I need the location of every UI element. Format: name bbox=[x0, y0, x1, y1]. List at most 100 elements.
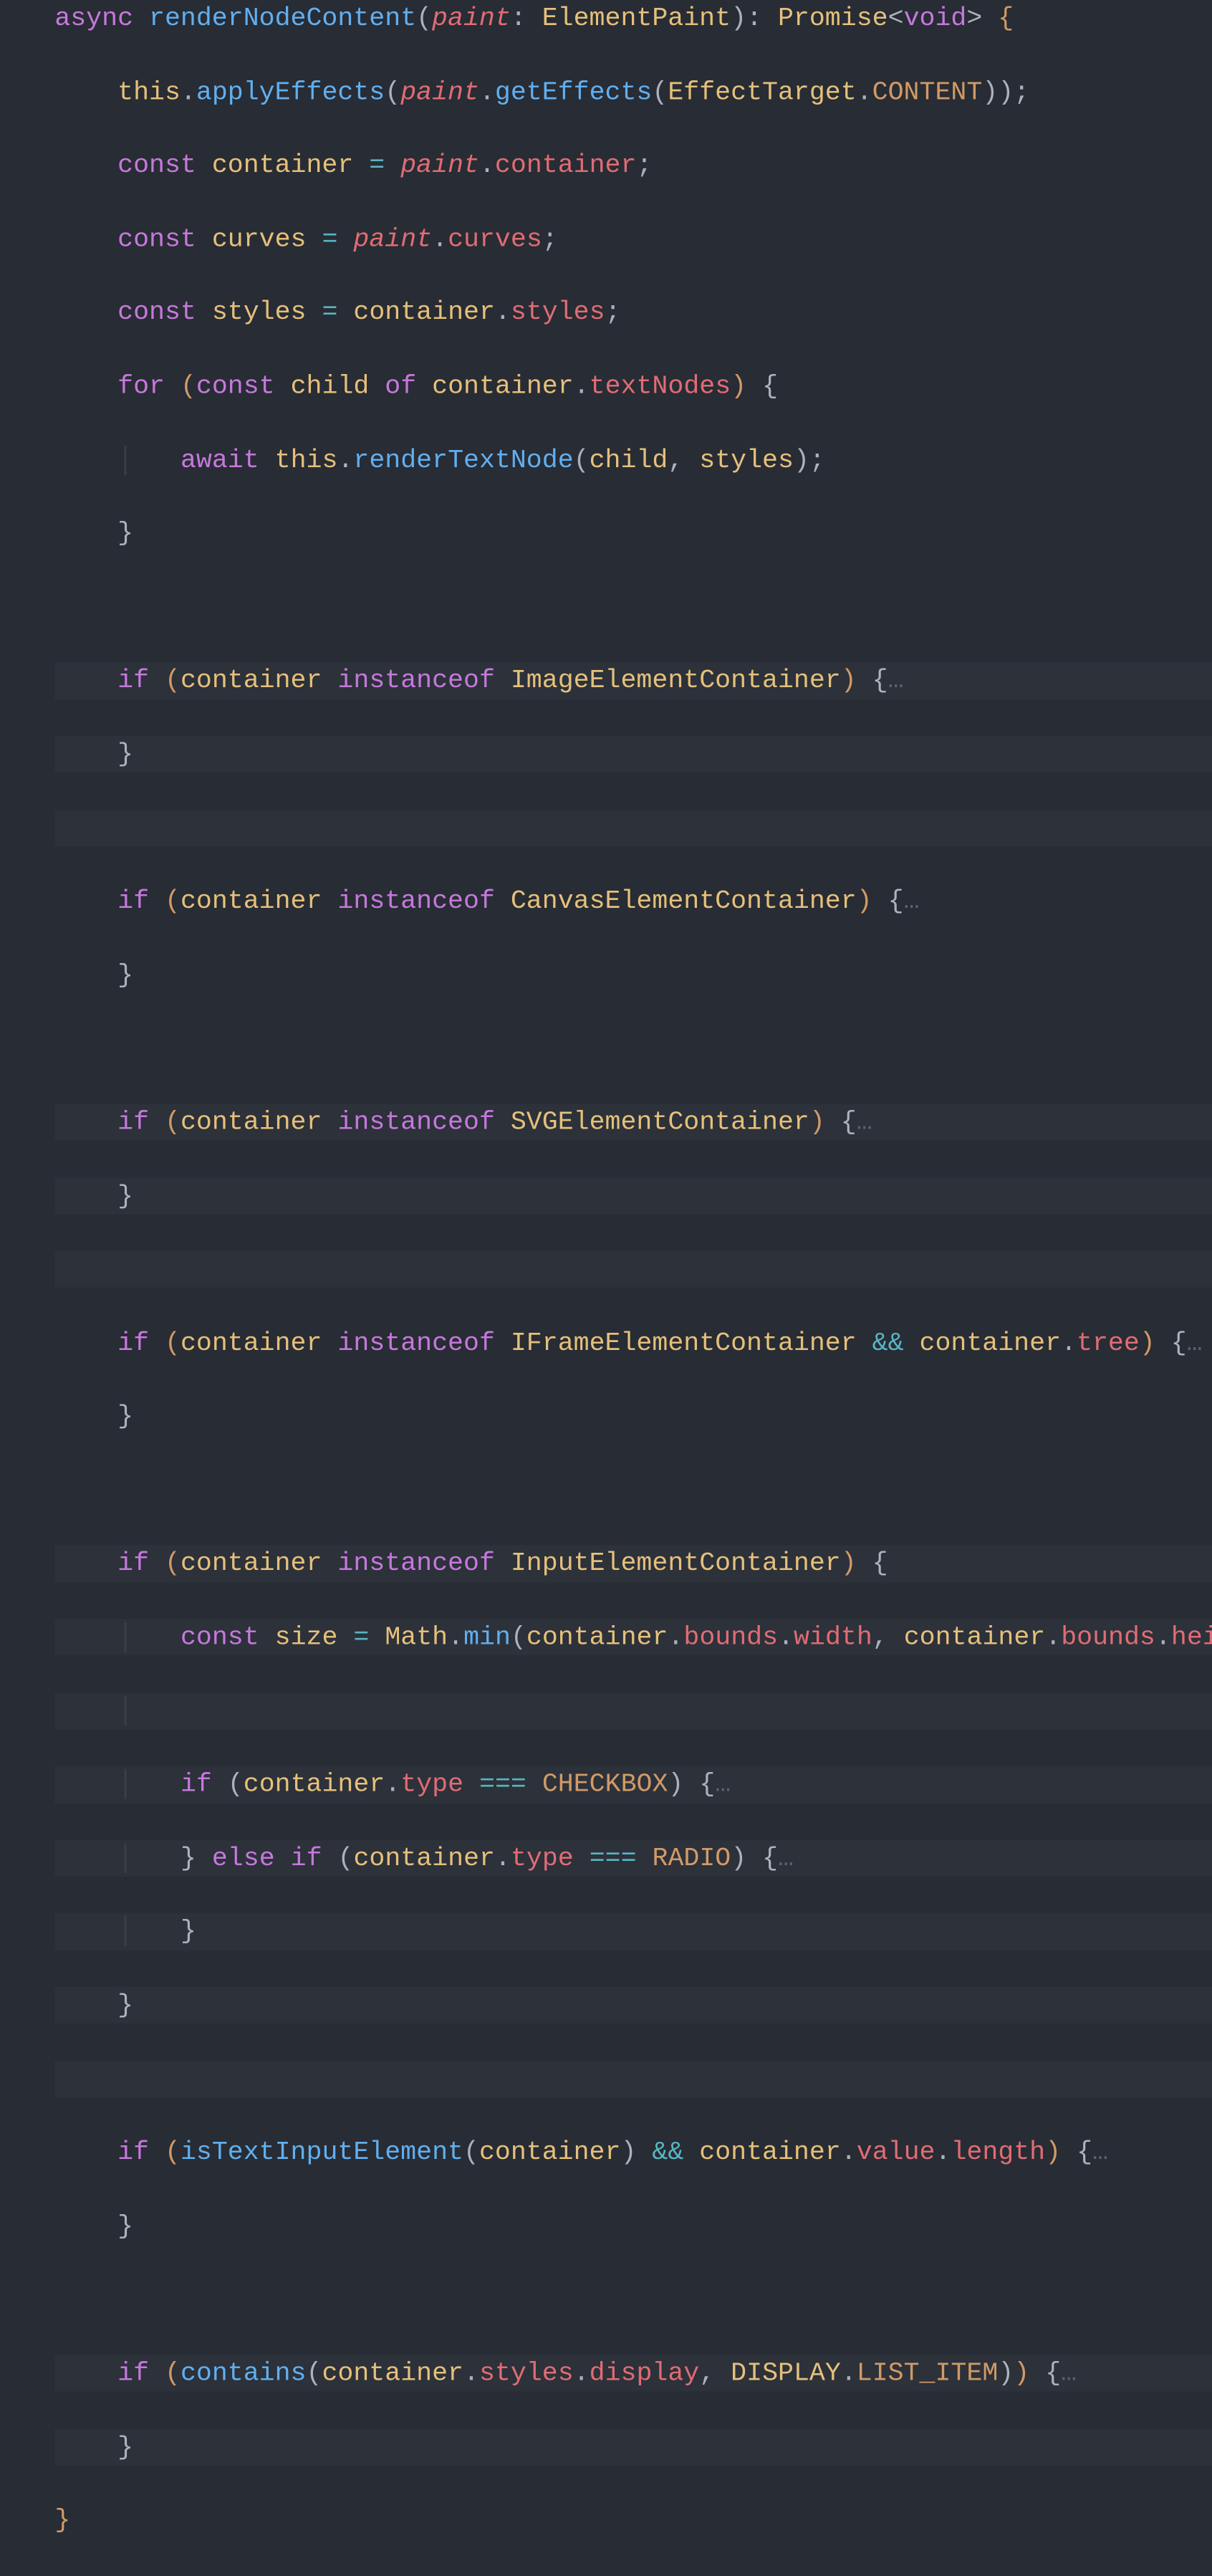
obj-Math: Math bbox=[385, 1622, 448, 1652]
keyword-instanceof: instanceof bbox=[337, 666, 494, 695]
prop-styles: styles bbox=[511, 298, 605, 327]
var-container: container bbox=[181, 666, 322, 695]
dot: . bbox=[857, 77, 872, 106]
var-container: container bbox=[181, 1107, 322, 1136]
fn-renderTextNode: renderTextNode bbox=[353, 445, 573, 474]
keyword-instanceof: instanceof bbox=[337, 886, 494, 916]
dot: . bbox=[463, 2358, 479, 2388]
paren: ) bbox=[998, 77, 1014, 106]
collapsed-icon[interactable]: … bbox=[888, 666, 904, 695]
op-eq: = bbox=[369, 150, 385, 180]
paren: ) bbox=[841, 666, 857, 695]
fn-min: min bbox=[463, 1622, 511, 1652]
paren: ) bbox=[982, 77, 998, 106]
prop-type: type bbox=[511, 1843, 574, 1872]
paren: ( bbox=[228, 1770, 244, 1799]
collapsed-icon[interactable]: … bbox=[1187, 1328, 1203, 1357]
brace: } bbox=[117, 519, 133, 548]
op-eqeqeq: === bbox=[479, 1770, 526, 1799]
keyword-const: const bbox=[117, 298, 196, 327]
paren: ( bbox=[165, 1549, 181, 1579]
prop-width: width bbox=[794, 1622, 872, 1652]
collapsed-icon[interactable]: … bbox=[778, 1843, 794, 1872]
paren: ( bbox=[416, 4, 432, 33]
var-container: container bbox=[479, 2137, 621, 2167]
fn-renderNodeContent: renderNodeContent bbox=[149, 4, 416, 33]
dot: . bbox=[574, 371, 590, 401]
var-container: container bbox=[181, 1549, 322, 1579]
paren: ( bbox=[165, 2137, 181, 2167]
paren: ( bbox=[165, 1107, 181, 1136]
type-InputElementContainer: InputElementContainer bbox=[511, 1549, 841, 1579]
dot: . bbox=[181, 77, 196, 106]
paren: ) bbox=[731, 4, 746, 33]
var-child: child bbox=[291, 371, 370, 401]
paren: ( bbox=[165, 886, 181, 916]
colon: : bbox=[746, 4, 762, 33]
dot: . bbox=[337, 445, 353, 474]
brace: } bbox=[117, 960, 133, 990]
op-and: && bbox=[872, 1328, 904, 1357]
op-eq: = bbox=[322, 224, 337, 254]
keyword-else: else bbox=[212, 1843, 275, 1872]
paren: ) bbox=[731, 371, 746, 401]
paren: ( bbox=[181, 371, 196, 401]
var-container: container bbox=[212, 150, 354, 180]
keyword-if: if bbox=[117, 1549, 149, 1579]
keyword-if: if bbox=[181, 1770, 212, 1799]
type-IFrameElementContainer: IFrameElementContainer bbox=[511, 1328, 857, 1357]
semi: ; bbox=[542, 224, 558, 254]
type-ElementPaint: ElementPaint bbox=[542, 4, 731, 33]
comma: , bbox=[872, 1622, 888, 1652]
keyword-const: const bbox=[196, 371, 275, 401]
keyword-instanceof: instanceof bbox=[337, 1549, 494, 1579]
prop-textNodes: textNodes bbox=[590, 371, 731, 401]
semi: ; bbox=[636, 150, 652, 180]
gt: > bbox=[966, 4, 982, 33]
brace: } bbox=[54, 2506, 70, 2535]
colon: : bbox=[511, 4, 526, 33]
collapsed-icon[interactable]: … bbox=[1061, 2358, 1077, 2388]
dot: . bbox=[841, 2137, 857, 2167]
var-container: container bbox=[526, 1622, 668, 1652]
param-paint: paint bbox=[432, 4, 511, 33]
brace: { bbox=[872, 666, 888, 695]
collapsed-icon[interactable]: … bbox=[857, 1107, 872, 1136]
brace: { bbox=[1045, 2358, 1061, 2388]
paren: ( bbox=[511, 1622, 526, 1652]
collapsed-icon[interactable]: … bbox=[715, 1770, 731, 1799]
collapsed-icon[interactable]: … bbox=[1092, 2137, 1108, 2167]
var-container: container bbox=[181, 1328, 322, 1357]
brace: } bbox=[117, 1991, 133, 2020]
var-size: size bbox=[275, 1622, 338, 1652]
keyword-if: if bbox=[117, 886, 149, 916]
paren: ( bbox=[307, 2358, 322, 2388]
prop-display: display bbox=[590, 2358, 700, 2388]
dot: . bbox=[385, 1770, 400, 1799]
paren: ) bbox=[841, 1549, 857, 1579]
paren: ) bbox=[857, 886, 872, 916]
paren: ( bbox=[165, 666, 181, 695]
collapsed-icon[interactable]: … bbox=[904, 886, 920, 916]
prop-tree: tree bbox=[1077, 1328, 1140, 1357]
var-paint: paint bbox=[353, 224, 432, 254]
const-RADIO: RADIO bbox=[653, 1843, 731, 1872]
prop-length: length bbox=[951, 2137, 1045, 2167]
comma: , bbox=[699, 2358, 715, 2388]
paren: ) bbox=[620, 2137, 636, 2167]
brace: { bbox=[762, 1843, 778, 1872]
var-container: container bbox=[353, 298, 495, 327]
enum-EffectTarget: EffectTarget bbox=[668, 77, 856, 106]
prop-height: height bbox=[1171, 1622, 1212, 1652]
const-CHECKBOX: CHECKBOX bbox=[542, 1770, 668, 1799]
op-and: && bbox=[652, 2137, 683, 2167]
brace: } bbox=[181, 1917, 196, 1946]
type-ImageElementContainer: ImageElementContainer bbox=[511, 666, 841, 695]
fn-isTextInputElement: isTextInputElement bbox=[181, 2137, 463, 2167]
type-CanvasElementContainer: CanvasElementContainer bbox=[511, 886, 857, 916]
dot: . bbox=[668, 1622, 683, 1652]
fn-applyEffects: applyEffects bbox=[196, 77, 385, 106]
brace: } bbox=[117, 2432, 133, 2461]
paren: ( bbox=[165, 2358, 181, 2388]
prop-bounds: bounds bbox=[683, 1622, 778, 1652]
